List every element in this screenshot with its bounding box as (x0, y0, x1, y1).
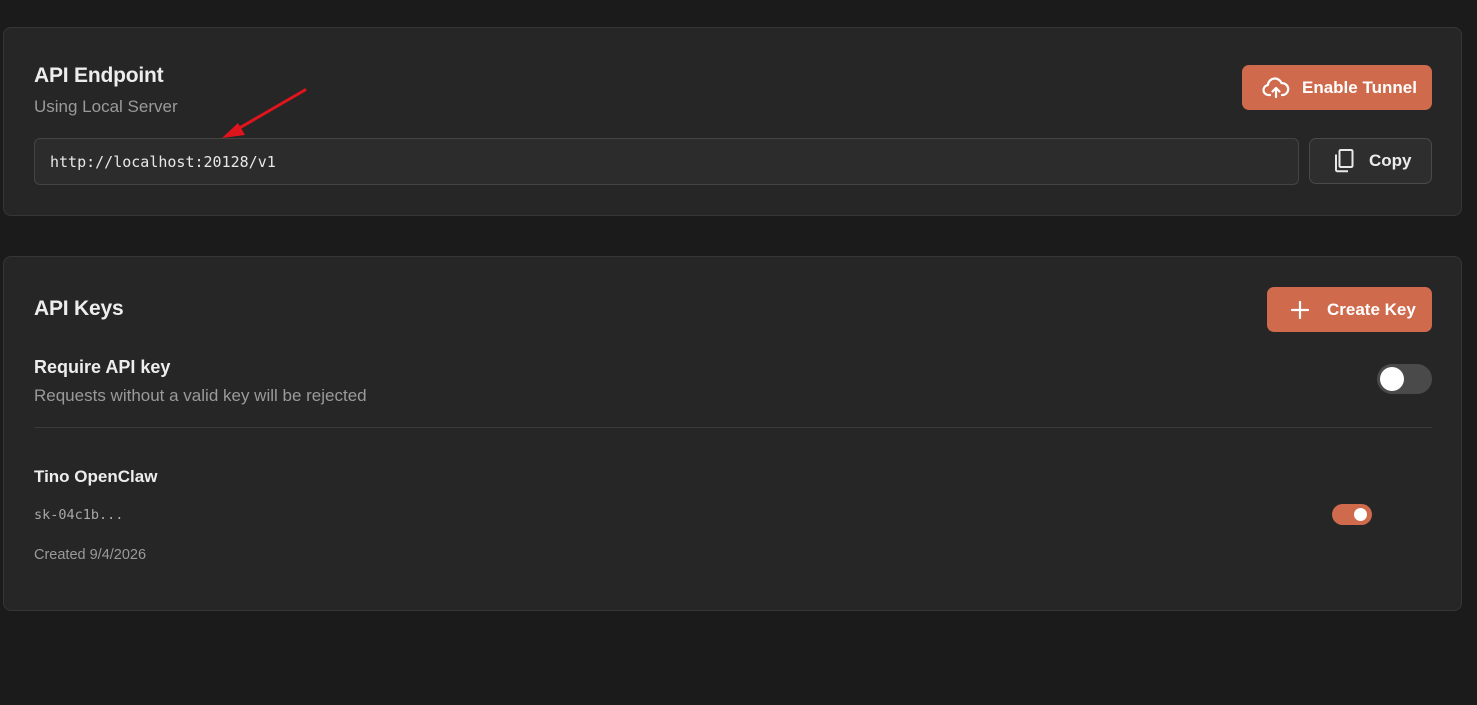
annotation-arrow (222, 88, 307, 138)
